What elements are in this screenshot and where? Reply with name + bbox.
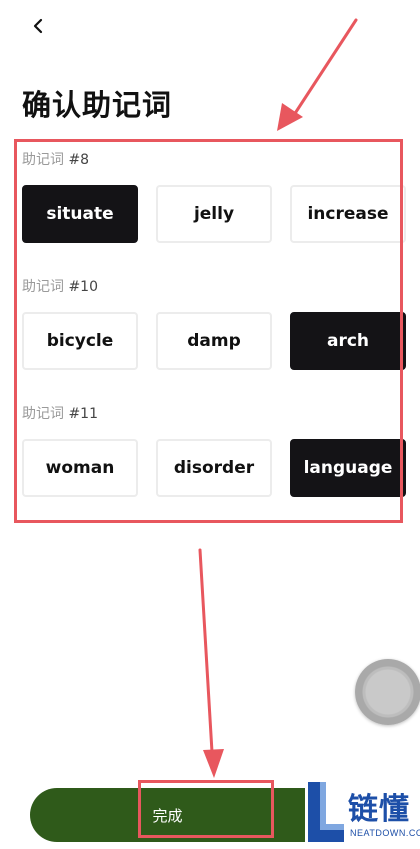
back-button[interactable] — [24, 12, 52, 40]
word-option-button[interactable]: jelly — [156, 185, 272, 243]
word-group-number: #11 — [68, 406, 98, 422]
annotation-arrows — [198, 18, 358, 778]
word-option-button[interactable]: increase — [290, 185, 406, 243]
word-group-number: #10 — [68, 279, 98, 295]
chevron-left-icon — [33, 18, 43, 34]
word-option-button[interactable]: damp — [156, 312, 272, 370]
done-button-label: 完成 — [152, 806, 183, 825]
word-option-button[interactable]: situate — [22, 185, 138, 243]
annotation-arrow-bottom — [198, 548, 224, 778]
word-group-label-prefix: 助记词 — [22, 152, 69, 168]
word-option-button[interactable]: woman — [22, 439, 138, 497]
watermark-text: 链懂 — [348, 792, 410, 827]
floating-assistive-button[interactable] — [355, 659, 420, 725]
annotation-arrow-top — [277, 18, 358, 131]
watermark-logo-icon — [308, 782, 344, 842]
word-group-label: 助记词 #11 — [22, 403, 98, 423]
word-option-button[interactable]: arch — [290, 312, 406, 370]
word-group-label: 助记词 #8 — [22, 149, 89, 169]
word-group-label-prefix: 助记词 — [22, 279, 69, 295]
word-option-button[interactable]: language — [290, 439, 406, 497]
word-group-number: #8 — [68, 152, 90, 168]
watermark-subtext: NEATDOWN.COM — [350, 828, 420, 838]
word-option-button[interactable]: bicycle — [22, 312, 138, 370]
word-group-label-prefix: 助记词 — [22, 406, 69, 422]
word-group-label: 助记词 #10 — [22, 276, 98, 296]
done-button[interactable]: 完成 — [30, 788, 305, 842]
watermark: 链懂 NEATDOWN.COM — [306, 778, 420, 849]
page-title: 确认助记词 — [22, 88, 173, 122]
word-option-button[interactable]: disorder — [156, 439, 272, 497]
